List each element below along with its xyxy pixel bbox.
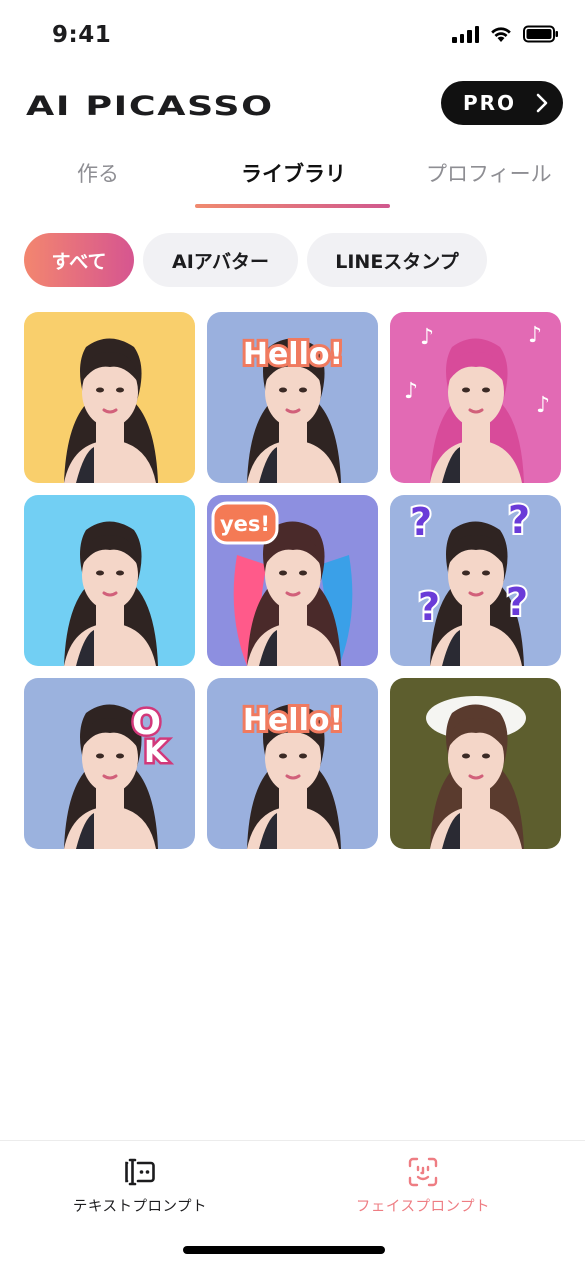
filter-chip-all[interactable]: すべて <box>24 233 134 287</box>
library-item[interactable]: Hello! <box>207 678 378 849</box>
chevron-right-icon <box>536 93 548 113</box>
home-indicator <box>183 1246 385 1254</box>
battery-icon <box>523 25 558 43</box>
svg-text:♪: ♪ <box>404 379 418 404</box>
nav-text-prompt[interactable]: テキストプロンプト <box>40 1157 240 1216</box>
library-item[interactable]: ♪ ♪ ♪ ♪ <box>390 312 561 483</box>
svg-text:♪: ♪ <box>536 393 550 418</box>
library-item[interactable] <box>24 495 195 666</box>
svg-text:?: ? <box>410 500 432 544</box>
face-scan-icon <box>408 1157 438 1187</box>
library-item[interactable] <box>390 678 561 849</box>
tab-bar: 作る ライブラリ プロフィール <box>0 148 585 210</box>
text-prompt-icon <box>125 1158 155 1186</box>
status-bar: 9:41 <box>0 0 585 70</box>
tab-library[interactable]: ライブラリ <box>241 158 346 188</box>
wifi-icon <box>491 27 511 42</box>
svg-text:?: ? <box>508 498 530 542</box>
svg-text:K: K <box>144 735 169 770</box>
active-tab-indicator <box>195 204 390 208</box>
nav-face-prompt-label: フェイスプロンプト <box>355 1199 491 1215</box>
status-time: 9:41 <box>52 22 112 48</box>
nav-face-prompt[interactable]: フェイスプロンプト <box>323 1157 523 1216</box>
library-item[interactable] <box>24 312 195 483</box>
svg-text:♪: ♪ <box>420 325 434 350</box>
nav-text-prompt-label: テキストプロンプト <box>72 1199 208 1215</box>
tab-profile[interactable]: プロフィール <box>426 158 552 188</box>
app-title: AI PICASSO <box>26 91 274 122</box>
filter-chip-ai-avatar[interactable]: AIアバター <box>143 233 298 287</box>
pro-button[interactable]: PRO <box>441 81 563 125</box>
filter-chip-line-stamp[interactable]: LINEスタンプ <box>307 233 487 287</box>
svg-text:Hello!: Hello! <box>243 703 343 738</box>
svg-text:yes!: yes! <box>220 512 270 536</box>
library-item[interactable]: Hello! <box>207 312 378 483</box>
svg-text:♪: ♪ <box>528 323 542 348</box>
library-item[interactable]: OK <box>24 678 195 849</box>
status-icons <box>452 25 559 43</box>
cellular-signal-icon <box>452 25 479 43</box>
svg-text:Hello!: Hello! <box>243 337 343 372</box>
library-item[interactable]: ???? <box>390 495 561 666</box>
svg-text:?: ? <box>418 585 440 629</box>
pro-label: PRO <box>463 91 517 115</box>
svg-text:?: ? <box>506 580 528 624</box>
tab-create[interactable]: 作る <box>77 158 119 188</box>
library-item[interactable]: yes! <box>207 495 378 666</box>
